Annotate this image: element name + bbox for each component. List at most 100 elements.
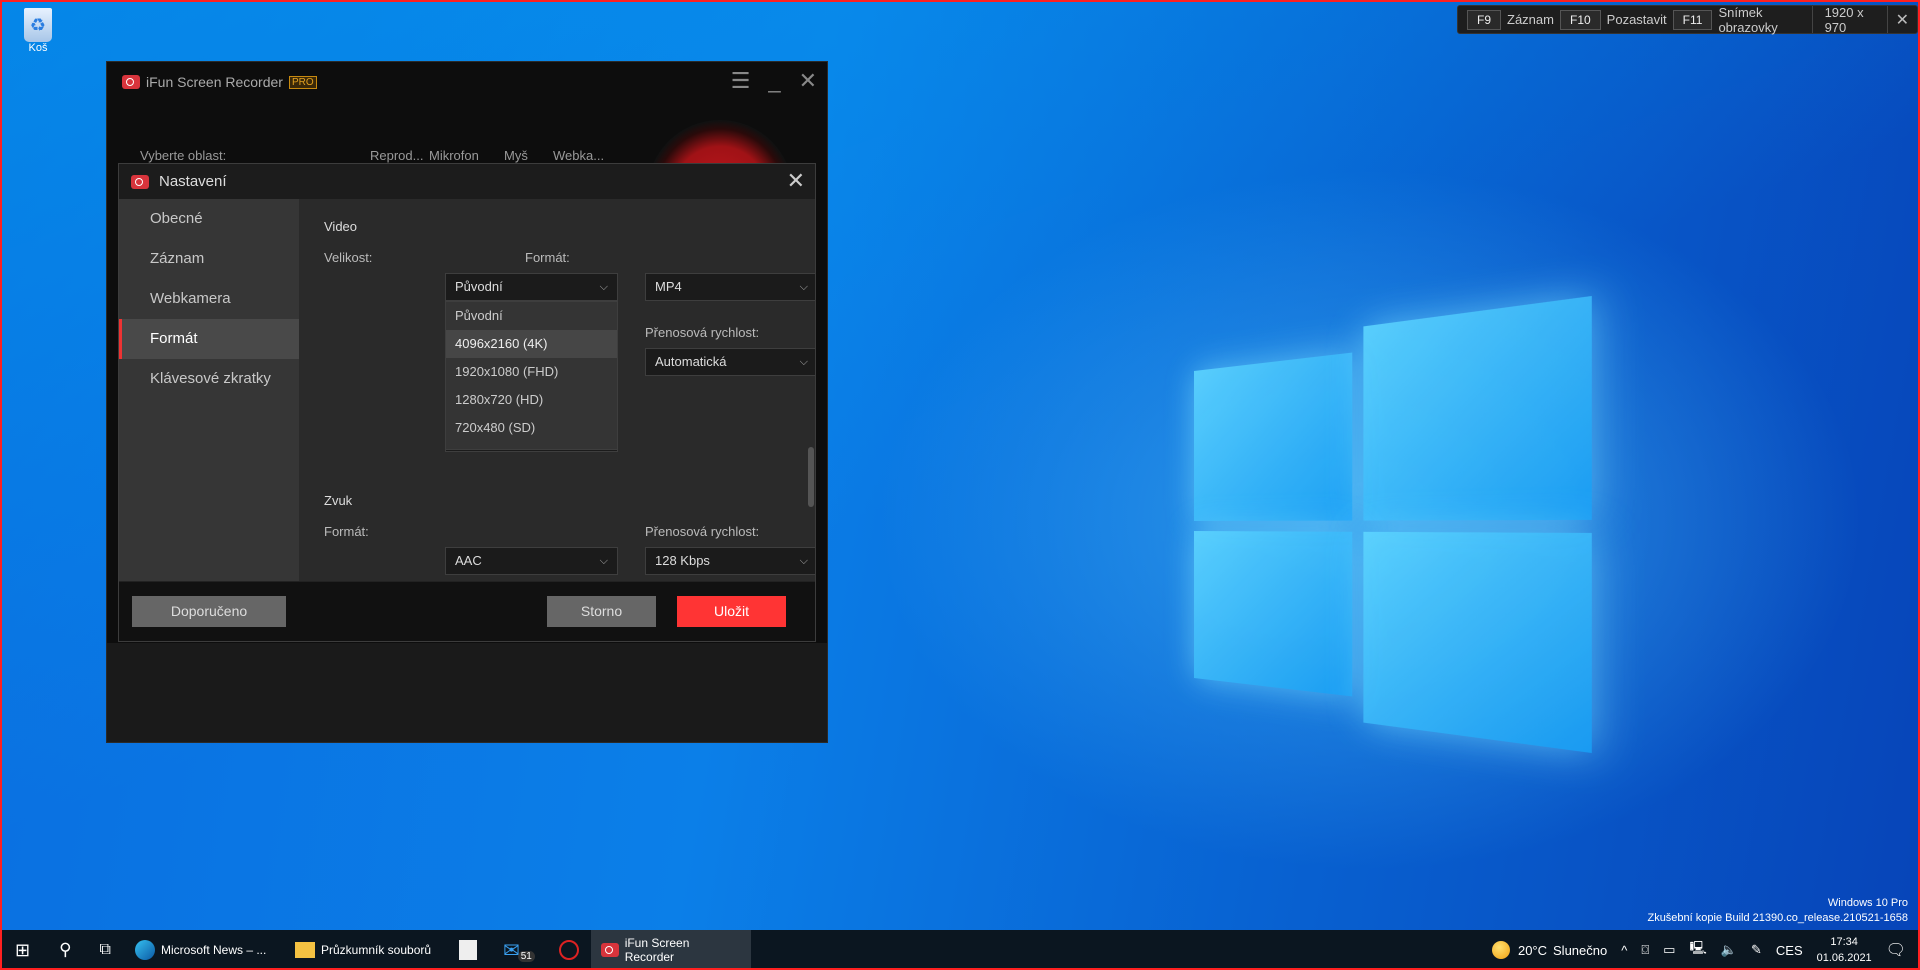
hotkey-key[interactable]: F11 (1672, 9, 1713, 30)
taskbar-app-label: Průzkumník souborů (320, 943, 432, 957)
close-icon[interactable]: ✕ (799, 68, 817, 94)
hotkey-bar: F9 Záznam F10 Pozastavit F11 Snímek obrazov… (1457, 4, 1918, 35)
dropdown-option[interactable]: 1920x1080 (FHD) (446, 358, 617, 386)
audio-heading: Zvuk (324, 493, 353, 508)
store-icon (458, 940, 477, 960)
app-title: iFun Screen Recorder PRO (122, 74, 317, 90)
sidebar-item-webcam[interactable]: Webkamera (119, 279, 299, 319)
windows-logo (1194, 295, 1592, 754)
format-settings-panel: Video Velikost: Formát: Původní ⌵ MP4 ⌵ Př… (299, 199, 815, 583)
dialog-title: Nastavení (159, 173, 227, 190)
video-size-select[interactable]: Původní ⌵ (445, 273, 618, 301)
chevron-down-icon: ⌵ (599, 555, 608, 567)
taskbar-app-edge[interactable]: Microsoft News – ... (125, 930, 285, 970)
ifun-icon (600, 943, 619, 957)
sidebar-item-format[interactable]: Formát (119, 319, 299, 359)
audio-bitrate-label: Přenosová rychlost: (645, 524, 760, 539)
battery-icon[interactable]: ▭ (1663, 942, 1675, 958)
microphone-toggle[interactable]: Mikrofon (429, 148, 479, 163)
weather-text[interactable]: Slunečno (1553, 943, 1607, 958)
audio-format-label: Formát: (324, 524, 369, 539)
video-format-select[interactable]: MP4 ⌵ (645, 273, 815, 301)
dropdown-option[interactable]: 1280x720 (HD) (446, 386, 617, 414)
folder-icon (294, 942, 315, 958)
hotkey-label: Pozastavit (1606, 12, 1667, 27)
video-size-dropdown-list: Původní 4096x2160 (4K) 1920x1080 (FHD) 1… (445, 301, 618, 450)
hotkey-label: Snímek obrazovky (1718, 4, 1778, 35)
camera-icon[interactable]: ⌼ (1641, 942, 1649, 958)
select-area-label: Vyberte oblast: (140, 148, 227, 163)
taskbar: ⊞ ⚲ ⧉ Microsoft News – ... Průzkumník so… (0, 930, 1920, 970)
menu-icon[interactable]: ☰ (731, 68, 751, 94)
hotkey-key[interactable]: F10 (1559, 9, 1601, 30)
notification-icon[interactable]: 🗨 (1886, 940, 1906, 960)
pro-badge: PRO (288, 75, 317, 89)
clock[interactable]: 17:34 01.06.2021 (1817, 934, 1872, 966)
recommended-button[interactable]: Doporučeno (132, 596, 286, 627)
sun-icon[interactable] (1491, 941, 1510, 959)
chevron-down-icon: ⌵ (799, 555, 808, 567)
scrollbar-thumb[interactable] (808, 447, 814, 507)
search-button[interactable]: ⚲ (45, 930, 85, 970)
sidebar-item-hotkeys[interactable]: Klávesové zkratky (119, 359, 299, 399)
app-logo-icon (122, 75, 140, 89)
mail-icon: ✉ (502, 939, 520, 962)
mouse-toggle[interactable]: Myš (504, 148, 528, 163)
mail-badge: 51 (517, 950, 535, 962)
language-indicator[interactable]: CES (1776, 943, 1803, 958)
video-format-label: Formát: (525, 250, 570, 265)
clock-date: 01.06.2021 (1816, 952, 1872, 964)
minimize-icon[interactable]: _ (768, 68, 780, 94)
app-icon (558, 940, 579, 960)
taskbar-mail[interactable]: ✉ 51 (491, 930, 547, 970)
chevron-down-icon: ⌵ (799, 356, 808, 368)
taskbar-app-explorer[interactable]: Průzkumník souborů (285, 930, 445, 970)
chevron-down-icon: ⌵ (799, 281, 808, 293)
dialog-header: Nastavení ✕ (119, 164, 815, 199)
dropdown-option[interactable]: 720x480 (SD) (446, 414, 617, 442)
weather-temp[interactable]: 20°C (1518, 943, 1547, 958)
task-view-button[interactable]: ⧉ (86, 930, 125, 970)
save-button[interactable]: Uložit (677, 596, 786, 627)
dialog-footer: Doporučeno Storno Uložit (119, 581, 815, 641)
recycle-bin[interactable]: ♻ Koš (18, 8, 58, 54)
taskbar-app-ifun[interactable]: iFun Screen Recorder (590, 930, 751, 970)
taskbar-app-label: Microsoft News – ... (160, 943, 267, 957)
dropdown-option[interactable]: 4096x2160 (4K) (446, 330, 617, 358)
hotkey-key[interactable]: F9 (1467, 9, 1502, 30)
video-bitrate-label: Přenosová rychlost: (645, 325, 760, 340)
close-icon[interactable]: ✕ (787, 168, 805, 194)
sidebar-item-general[interactable]: Obecné (119, 199, 299, 239)
audio-format-select[interactable]: AAC ⌵ (445, 547, 618, 575)
audio-bitrate-select[interactable]: 128 Kbps ⌵ (645, 547, 815, 575)
volume-icon[interactable]: 🔈 (1721, 942, 1737, 958)
watermark-line: Windows 10 Pro (1827, 897, 1908, 909)
webcam-toggle[interactable]: Webka... (553, 148, 604, 163)
sidebar-item-recording[interactable]: Záznam (119, 239, 299, 279)
select-value: Původní (455, 279, 503, 294)
speaker-toggle[interactable]: Reprod... (370, 148, 423, 163)
taskbar-app-red[interactable] (547, 930, 591, 970)
cancel-button[interactable]: Storno (547, 596, 656, 627)
select-value: Automatická (655, 354, 727, 369)
app-logo-icon (131, 174, 149, 189)
chevron-down-icon: ⌵ (599, 281, 608, 293)
chevron-up-icon[interactable]: ^ (1621, 943, 1627, 958)
taskbar-store[interactable] (445, 930, 491, 970)
task-view-icon: ⧉ (99, 941, 111, 958)
clock-time: 17:34 (1830, 936, 1858, 948)
select-value: 128 Kbps (655, 553, 710, 568)
settings-sidebar: Obecné Záznam Webkamera Formát Klávesové… (119, 199, 299, 583)
network-icon[interactable]: 🖳 (1689, 939, 1706, 961)
app-title-text: iFun Screen Recorder (146, 74, 283, 90)
resolution-readout: 1920 x 970 (1811, 5, 1887, 35)
dropdown-option[interactable]: Původní (446, 302, 617, 330)
taskbar-app-label: iFun Screen Recorder (624, 936, 690, 964)
app-lower-area (107, 643, 827, 742)
video-bitrate-select[interactable]: Automatická ⌵ (645, 348, 815, 376)
start-button[interactable]: ⊞ (0, 930, 45, 970)
close-icon[interactable]: ✕ (1886, 6, 1917, 33)
pen-icon[interactable]: ✎ (1751, 942, 1762, 958)
video-heading: Video (324, 219, 358, 234)
select-value: MP4 (655, 279, 682, 294)
